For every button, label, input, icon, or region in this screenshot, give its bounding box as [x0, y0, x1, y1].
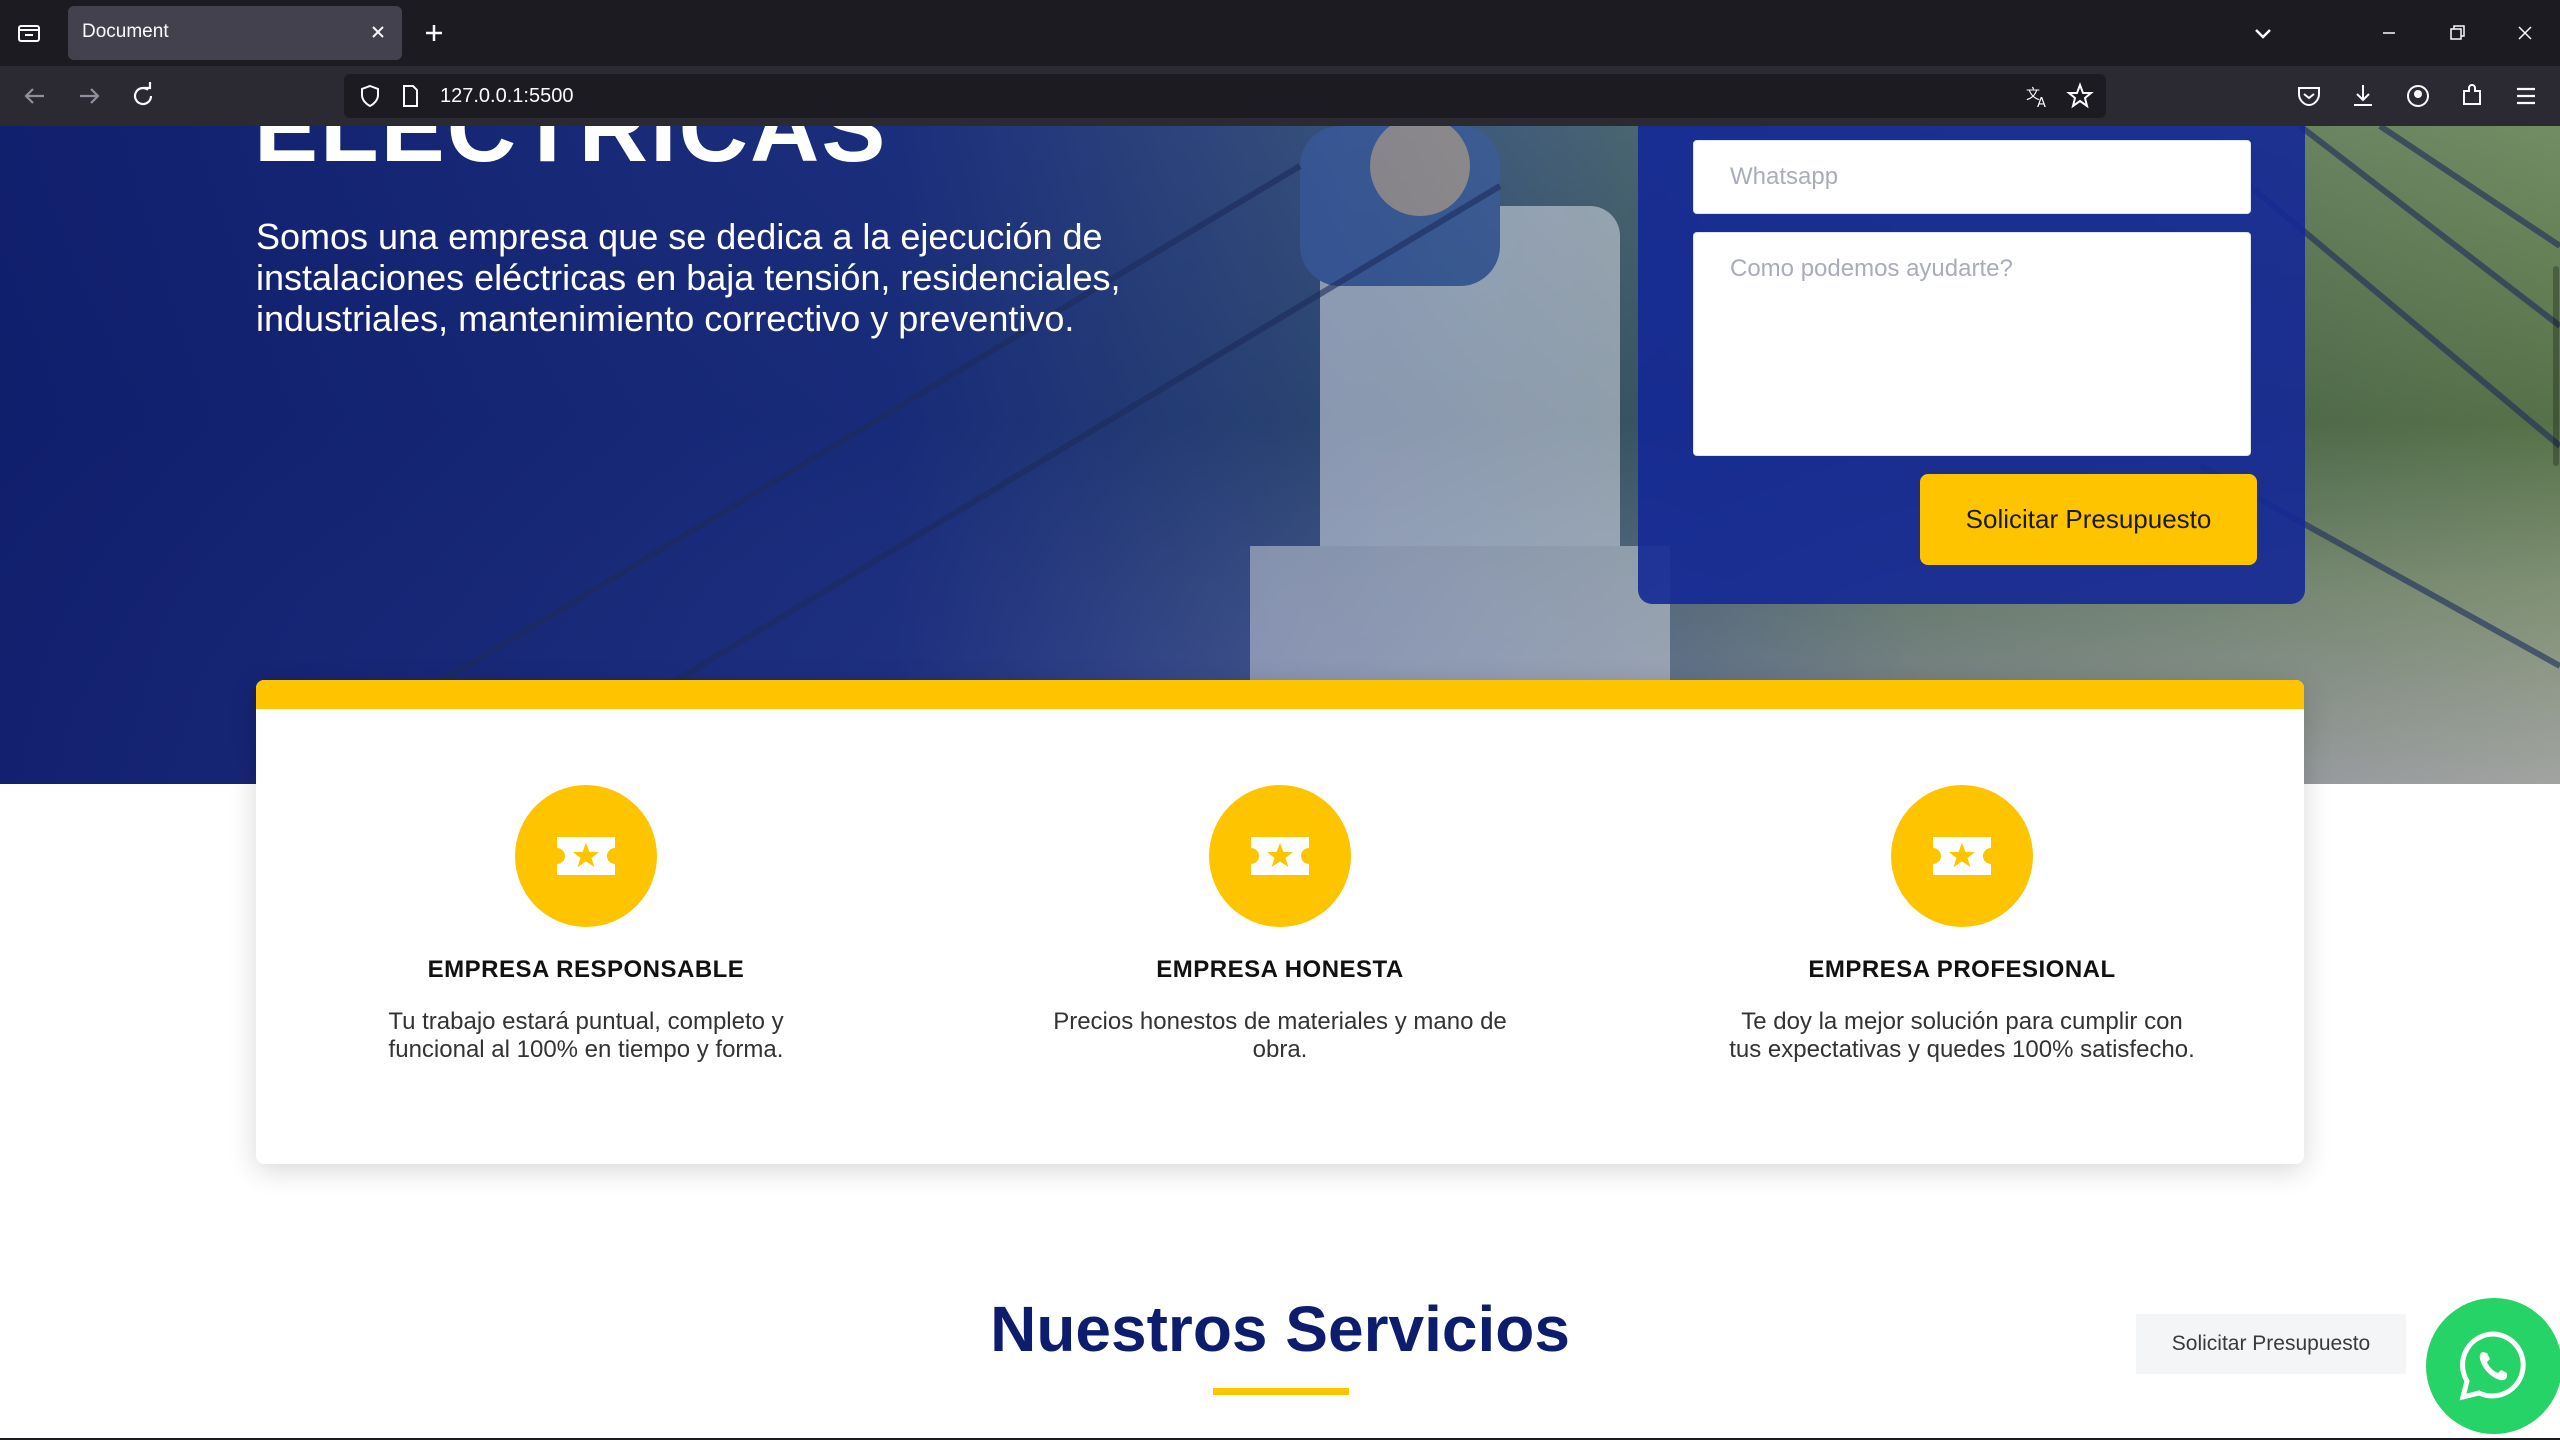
menu-icon[interactable] — [2509, 79, 2543, 113]
tab-title: Document — [82, 21, 169, 42]
page-viewport: ELÉCTRICAS Somos una empresa que se dedi… — [0, 126, 2560, 1438]
page-icon — [396, 82, 424, 110]
pocket-icon[interactable] — [2292, 79, 2326, 113]
ticket-star-icon — [515, 785, 657, 927]
url-text[interactable]: 127.0.0.1:5500 — [440, 85, 573, 108]
tab-list-icon[interactable] — [14, 18, 44, 48]
browser-nav-bar: 127.0.0.1:5500 文A — [0, 66, 2560, 126]
whatsapp-icon — [2459, 1331, 2526, 1401]
hero-heading: ELÉCTRICAS — [254, 126, 888, 182]
shield-icon[interactable] — [356, 82, 384, 110]
restore-icon[interactable] — [2440, 16, 2474, 50]
message-textarea[interactable] — [1693, 232, 2251, 456]
close-window-icon[interactable] — [2508, 16, 2542, 50]
feature-title: EMPRESA RESPONSABLE — [427, 956, 745, 983]
reload-icon[interactable] — [126, 79, 160, 113]
browser-tab-bar: Document — [0, 0, 2560, 66]
feature-responsable: EMPRESA RESPONSABLE Tu trabajo estará pu… — [306, 680, 866, 1164]
feature-description: Precios honestos de materiales y mano de… — [1053, 1008, 1507, 1063]
forward-arrow-icon[interactable] — [72, 79, 106, 113]
download-icon[interactable] — [2346, 79, 2380, 113]
feature-profesional: EMPRESA PROFESIONAL Te doy la mejor solu… — [1682, 680, 2242, 1164]
feature-description: Tu trabajo estará puntual, completo y fu… — [388, 1008, 784, 1063]
request-quote-button[interactable]: Solicitar Presupuesto — [1920, 474, 2257, 565]
ticket-star-icon — [1209, 785, 1351, 927]
whatsapp-button[interactable] — [2426, 1298, 2560, 1434]
quote-form: Solicitar Presupuesto — [1638, 126, 2305, 604]
chevron-down-icon[interactable] — [2248, 18, 2278, 48]
svg-text:A: A — [2037, 96, 2046, 110]
feature-description: Te doy la mejor solución para cumplir co… — [1729, 1008, 2195, 1063]
plus-icon[interactable] — [418, 17, 450, 49]
url-bar[interactable]: 127.0.0.1:5500 文A — [344, 74, 2106, 118]
star-icon[interactable] — [2066, 82, 2094, 110]
page-scrollbar[interactable] — [2553, 266, 2559, 466]
browser-tab[interactable]: Document — [68, 6, 402, 60]
services-title-underline — [1213, 1388, 1349, 1395]
feature-title: EMPRESA HONESTA — [1156, 956, 1404, 983]
floating-quote-button[interactable]: Solicitar Presupuesto — [2136, 1314, 2406, 1374]
hero-description: Somos una empresa que se dedica a la eje… — [256, 216, 1121, 339]
account-icon[interactable] — [2401, 79, 2435, 113]
translate-icon[interactable]: 文A — [2024, 82, 2052, 111]
feature-honesta: EMPRESA HONESTA Precios honestos de mate… — [1000, 680, 1560, 1164]
features-card: EMPRESA RESPONSABLE Tu trabajo estará pu… — [256, 680, 2304, 1164]
ticket-star-icon — [1891, 785, 2033, 927]
close-icon[interactable] — [364, 18, 392, 46]
whatsapp-input[interactable] — [1693, 140, 2251, 214]
feature-title: EMPRESA PROFESIONAL — [1808, 956, 2116, 983]
back-arrow-icon[interactable] — [18, 79, 52, 113]
minimize-icon[interactable] — [2372, 16, 2406, 50]
extensions-icon[interactable] — [2455, 79, 2489, 113]
